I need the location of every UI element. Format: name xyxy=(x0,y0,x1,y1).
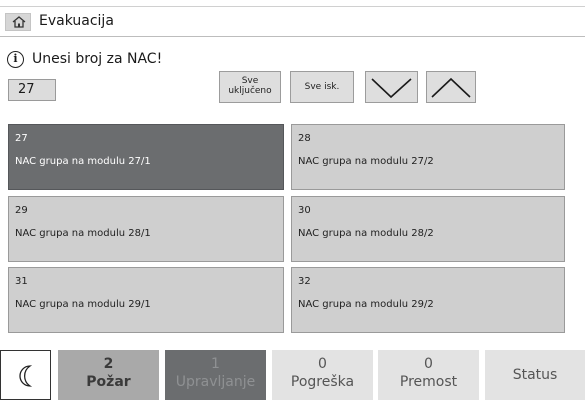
scroll-down-button[interactable] xyxy=(365,71,418,103)
nac-group-number: 31 xyxy=(15,276,28,287)
fire-alarm-button[interactable]: 2 Požar xyxy=(58,350,159,400)
nac-group-number: 28 xyxy=(298,133,311,144)
header: Evakuacija xyxy=(0,7,585,37)
status-button[interactable]: Status xyxy=(485,350,585,400)
nac-group-number: 32 xyxy=(298,276,311,287)
nac-group-number: 27 xyxy=(15,133,28,144)
fire-count: 2 xyxy=(103,356,114,372)
nac-group-label: NAC grupa na modulu 27/2 xyxy=(298,156,434,167)
nac-group-tile[interactable]: 30 NAC grupa na modulu 28/2 xyxy=(291,196,565,262)
top-bar xyxy=(0,0,585,7)
nac-group-label: NAC grupa na modulu 29/2 xyxy=(298,299,434,310)
all-on-label-line1: Sve xyxy=(241,76,259,86)
fire-label: Požar xyxy=(86,374,131,390)
night-mode-button[interactable] xyxy=(0,350,51,400)
nac-group-label: NAC grupa na modulu 28/2 xyxy=(298,228,434,239)
info-icon: i xyxy=(7,51,24,68)
nac-number-input[interactable]: 27 xyxy=(8,79,56,101)
nac-group-tile[interactable]: 29 NAC grupa na modulu 28/1 xyxy=(8,196,284,262)
bypass-label: Premost xyxy=(399,374,458,390)
all-off-button[interactable]: Sve isk. xyxy=(290,71,354,103)
nac-group-number: 29 xyxy=(15,205,28,216)
nac-group-number: 30 xyxy=(298,205,311,216)
bypass-button[interactable]: 0 Premost xyxy=(378,350,479,400)
chevron-up-icon xyxy=(431,77,471,98)
nac-group-label: NAC grupa na modulu 29/1 xyxy=(15,299,151,310)
nac-group-tile[interactable]: 31 NAC grupa na modulu 29/1 xyxy=(8,267,284,333)
home-button[interactable] xyxy=(5,13,31,31)
footer-bar: 2 Požar 1 Upravljanje 0 Pogreška 0 Premo… xyxy=(0,350,585,400)
moon-icon xyxy=(19,365,33,387)
bypass-count: 0 xyxy=(424,356,433,372)
nac-group-tile[interactable]: 32 NAC grupa na modulu 29/2 xyxy=(291,267,565,333)
nac-group-label: NAC grupa na modulu 27/1 xyxy=(15,156,151,167)
control-label: Upravljanje xyxy=(175,374,256,390)
chevron-down-icon xyxy=(371,78,412,99)
nac-group-label: NAC grupa na modulu 28/1 xyxy=(15,228,151,239)
nac-prompt: Unesi broj za NAC! xyxy=(32,51,163,67)
control-button[interactable]: 1 Upravljanje xyxy=(165,350,266,400)
all-on-label-line2: uključeno xyxy=(228,86,272,96)
page-title: Evakuacija xyxy=(39,13,114,29)
fault-button[interactable]: 0 Pogreška xyxy=(272,350,373,400)
nac-group-tile[interactable]: 27 NAC grupa na modulu 27/1 xyxy=(8,124,284,190)
nac-group-tile[interactable]: 28 NAC grupa na modulu 27/2 xyxy=(291,124,565,190)
fault-label: Pogreška xyxy=(290,374,355,390)
fault-count: 0 xyxy=(318,356,327,372)
scroll-up-button[interactable] xyxy=(426,71,476,103)
home-icon xyxy=(12,16,26,28)
control-count: 1 xyxy=(211,356,220,372)
all-on-button[interactable]: Sve uključeno xyxy=(219,71,281,103)
